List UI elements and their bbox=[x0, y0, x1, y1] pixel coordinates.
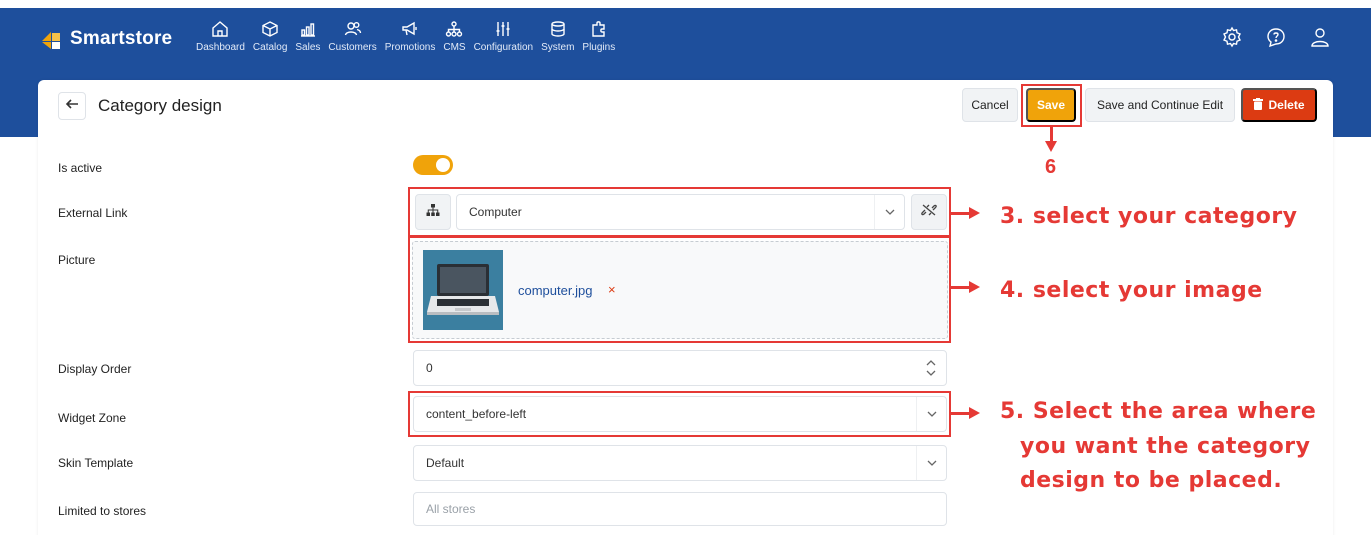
skin-template-select[interactable]: Default bbox=[413, 445, 947, 481]
cube-icon bbox=[259, 18, 281, 40]
nav-customers[interactable]: Customers bbox=[324, 18, 380, 53]
megaphone-icon bbox=[399, 18, 421, 40]
picture-label: Picture bbox=[58, 253, 96, 267]
delete-label: Delete bbox=[1268, 98, 1305, 112]
step3-arrow-line bbox=[951, 212, 971, 215]
widget-zone-label: Widget Zone bbox=[58, 411, 127, 425]
external-link-label: External Link bbox=[58, 206, 128, 220]
nav-cms[interactable]: CMS bbox=[439, 18, 469, 53]
nav-catalog[interactable]: Catalog bbox=[249, 18, 291, 53]
trash-icon bbox=[1253, 97, 1264, 113]
nav-label: Catalog bbox=[252, 42, 288, 53]
step4-label: 4. select your image bbox=[1000, 278, 1263, 303]
display-order-value: 0 bbox=[426, 361, 433, 375]
user-icon[interactable] bbox=[1309, 26, 1333, 50]
step6-label: 6 bbox=[1045, 156, 1057, 178]
is-active-toggle[interactable] bbox=[413, 155, 453, 175]
gear-icon[interactable] bbox=[1221, 26, 1245, 50]
sitemap-icon bbox=[443, 18, 465, 40]
nav-label: Sales bbox=[295, 42, 321, 53]
brand[interactable]: Smartstore bbox=[40, 28, 172, 50]
nav-plugins[interactable]: Plugins bbox=[578, 18, 619, 53]
top-edge bbox=[0, 0, 1371, 8]
help-icon[interactable] bbox=[1265, 26, 1289, 50]
chart-icon bbox=[297, 18, 319, 40]
main-nav: Dashboard Catalog Sales Customers Promot… bbox=[192, 18, 619, 53]
nav-label: CMS bbox=[443, 42, 466, 53]
limited-stores-label: Limited to stores bbox=[58, 504, 147, 518]
skin-template-value: Default bbox=[426, 456, 465, 470]
users-icon bbox=[342, 18, 364, 40]
brand-name: Smartstore bbox=[70, 28, 173, 49]
display-order-label: Display Order bbox=[58, 362, 132, 376]
nav-label: Promotions bbox=[384, 42, 436, 53]
external-link-highlight-box bbox=[408, 187, 951, 237]
puzzle-icon bbox=[588, 18, 610, 40]
stepper-icon[interactable] bbox=[916, 351, 946, 385]
step5-label-line1: 5. Select the area where bbox=[1000, 399, 1317, 424]
limited-stores-input[interactable]: All stores bbox=[413, 492, 947, 526]
nav-label: System bbox=[541, 42, 575, 53]
step4-arrow-line bbox=[951, 286, 971, 289]
arrow-left-icon bbox=[65, 97, 79, 116]
save-highlight-box bbox=[1021, 84, 1082, 127]
limited-stores-placeholder: All stores bbox=[426, 502, 476, 516]
step5-label-line2: you want the category bbox=[1020, 434, 1311, 459]
page-title: Category design bbox=[98, 96, 222, 115]
nav-label: Dashboard bbox=[196, 42, 245, 53]
nav-dashboard[interactable]: Dashboard bbox=[192, 18, 249, 53]
widget-zone-highlight-box bbox=[408, 391, 951, 437]
delete-button[interactable]: Delete bbox=[1241, 88, 1317, 122]
database-icon bbox=[547, 18, 569, 40]
step5-label-line3: design to be placed. bbox=[1020, 468, 1283, 493]
step3-arrow-head bbox=[969, 207, 980, 219]
skin-template-label: Skin Template bbox=[58, 456, 134, 470]
nav-promotions[interactable]: Promotions bbox=[381, 18, 440, 53]
sliders-icon bbox=[492, 18, 514, 40]
nav-label: Customers bbox=[328, 42, 377, 53]
step5-arrow-head bbox=[969, 407, 980, 419]
nav-configuration[interactable]: Configuration bbox=[470, 18, 537, 53]
top-right-actions bbox=[1221, 26, 1333, 50]
home-icon bbox=[209, 18, 231, 40]
nav-system[interactable]: System bbox=[537, 18, 578, 53]
chevron-down-icon bbox=[916, 446, 946, 480]
step4-arrow-head bbox=[969, 281, 980, 293]
nav-sales[interactable]: Sales bbox=[291, 18, 324, 53]
step3-label: 3. select your category bbox=[1000, 204, 1298, 229]
back-button[interactable] bbox=[58, 92, 86, 120]
step5-arrow-line bbox=[951, 412, 971, 415]
smartstore-logo-icon bbox=[40, 29, 60, 49]
step6-arrow-head bbox=[1045, 141, 1057, 152]
nav-label: Plugins bbox=[582, 42, 616, 53]
picture-highlight-box bbox=[408, 236, 951, 343]
is-active-label: Is active bbox=[58, 161, 103, 175]
display-order-input[interactable]: 0 bbox=[413, 350, 947, 386]
cancel-button[interactable]: Cancel bbox=[962, 88, 1018, 122]
nav-label: Configuration bbox=[473, 42, 534, 53]
save-continue-button[interactable]: Save and Continue Edit bbox=[1085, 88, 1235, 122]
